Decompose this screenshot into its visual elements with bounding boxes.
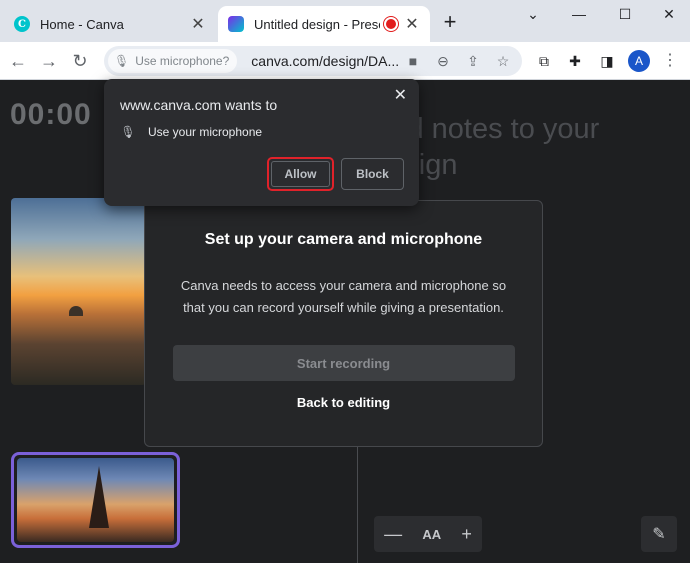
canva-logo-icon: C [14, 16, 30, 32]
tab-title: Home - Canva [40, 16, 124, 32]
side-panel-icon[interactable]: ◨ [594, 48, 620, 74]
microphone-icon: 🎙 [120, 125, 136, 139]
tab-untitled-design[interactable]: Untitled design - Presen ✕ [218, 6, 430, 42]
decrease-font-button[interactable]: — [384, 524, 402, 545]
close-window-button[interactable]: ✕ [646, 0, 690, 28]
tab-strip: C Home - Canva ✕ Untitled design - Prese… [0, 0, 690, 42]
slide-thumbnail[interactable] [11, 452, 180, 548]
forward-button[interactable]: → [36, 48, 62, 74]
microphone-permission-popup: www.canva.com wants to ✕ 🎙 Use your micr… [104, 79, 419, 206]
canva-design-icon [228, 16, 244, 32]
back-to-editing-button[interactable]: Back to editing [297, 395, 390, 410]
menu-kebab-icon[interactable]: ⋮ [662, 50, 678, 72]
timer: 00:00 [10, 98, 92, 131]
url-text[interactable]: canva.com/design/DA... [251, 53, 399, 69]
camera-icon[interactable]: ■ [398, 53, 428, 69]
edit-notes-button[interactable]: ✎ [641, 516, 677, 552]
minimize-button[interactable]: — [556, 0, 602, 28]
zoom-icon[interactable]: ⊖ [428, 53, 458, 70]
extensions-puzzle-icon[interactable]: ✚ [562, 48, 588, 74]
allow-button[interactable]: Allow [271, 161, 330, 187]
camera-setup-dialog: Set up your camera and microphone Canva … [144, 200, 543, 447]
recording-indicator-icon [386, 19, 396, 29]
tab-search-icon[interactable]: ⌄ [510, 0, 556, 28]
dialog-title: Set up your camera and microphone [204, 231, 483, 248]
microphone-icon: 🎙 [114, 54, 130, 68]
reload-button[interactable]: ↻ [67, 48, 93, 74]
maximize-button[interactable]: ☐ [602, 0, 648, 28]
allow-highlight: Allow [267, 157, 334, 191]
mic-chip-label: Use microphone? [135, 54, 230, 68]
start-recording-button[interactable]: Start recording [172, 345, 515, 381]
mic-permission-chip[interactable]: 🎙 Use microphone? [108, 49, 238, 73]
permission-request: 🎙 Use your microphone [120, 125, 262, 139]
landmark-dome-shape [69, 306, 83, 316]
font-size-controls: — AA + [374, 516, 482, 552]
block-button[interactable]: Block [341, 158, 404, 190]
permission-host: www.canva.com wants to [120, 97, 278, 113]
dialog-body: Canva needs to access your camera and mi… [180, 278, 507, 315]
bookmark-star-icon[interactable]: ☆ [488, 53, 518, 70]
increase-font-button[interactable]: + [461, 524, 472, 545]
back-button[interactable]: ← [5, 48, 31, 74]
font-size-icon[interactable]: AA [422, 527, 441, 542]
new-tab-button[interactable]: + [438, 10, 462, 34]
current-slide-preview [11, 198, 146, 385]
eiffel-tower-image [17, 458, 174, 542]
screenshot-extension-icon[interactable]: ⧉ [531, 48, 557, 74]
tab-home-canva[interactable]: C Home - Canva ✕ [4, 6, 216, 42]
share-icon[interactable]: ⇪ [458, 53, 488, 70]
panel-divider [357, 447, 358, 563]
permission-request-label: Use your microphone [148, 125, 263, 139]
omnibox-actions: ■ ⊖ ⇪ ☆ [398, 46, 518, 76]
close-tab-icon[interactable]: ✕ [404, 14, 420, 34]
pencil-icon: ✎ [652, 526, 666, 543]
browser-toolbar: ← → ↻ 🎙 Use microphone? canva.com/design… [0, 42, 690, 80]
close-tab-icon[interactable]: ✕ [190, 14, 206, 34]
tab-title: Untitled design - Presen [254, 16, 380, 32]
profile-avatar[interactable]: A [628, 50, 650, 72]
eiffel-tower-shape [89, 466, 109, 528]
close-popup-button[interactable]: ✕ [394, 85, 407, 105]
address-bar[interactable]: 🎙 Use microphone? canva.com/design/DA...… [104, 46, 522, 76]
